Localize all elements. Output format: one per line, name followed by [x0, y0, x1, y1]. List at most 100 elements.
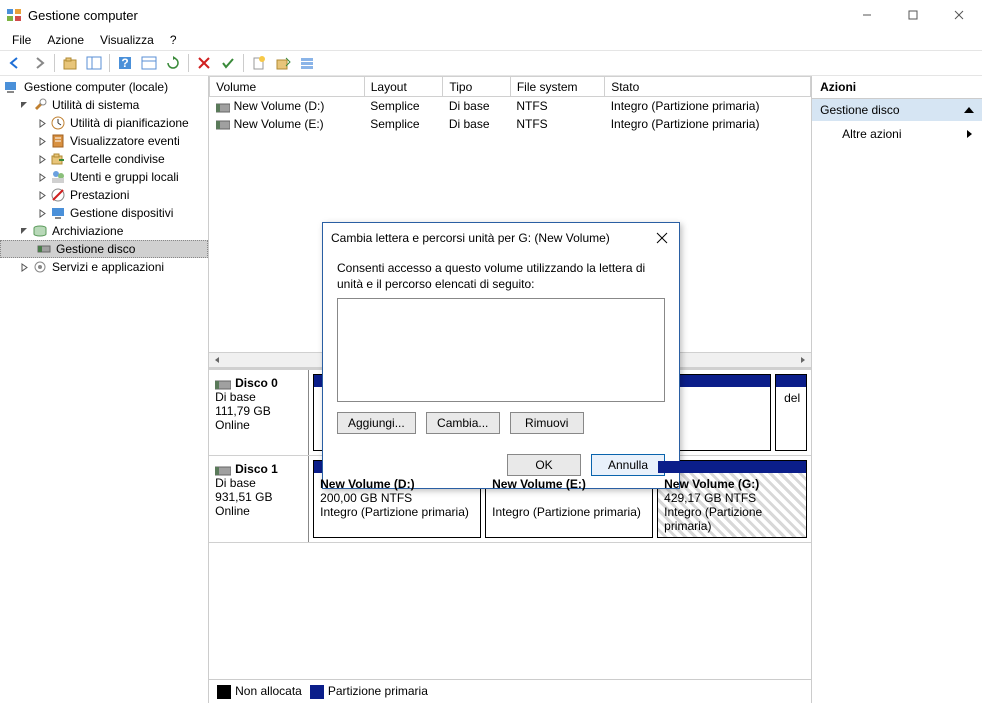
- list-view-button[interactable]: [296, 52, 318, 74]
- refresh-button[interactable]: [162, 52, 184, 74]
- tree-item[interactable]: Visualizzatore eventi: [0, 132, 208, 150]
- forward-button[interactable]: [28, 52, 50, 74]
- expand-icon[interactable]: [36, 117, 48, 129]
- export-button[interactable]: [272, 52, 294, 74]
- tree-label: Servizi e applicazioni: [52, 260, 164, 274]
- tree-disk-mgmt[interactable]: Gestione disco: [0, 240, 208, 258]
- tree-label: Gestione dispositivi: [70, 206, 173, 220]
- tree-label: Archiviazione: [52, 224, 123, 238]
- expand-icon[interactable]: [36, 189, 48, 201]
- column-header[interactable]: Volume: [210, 77, 365, 97]
- column-header[interactable]: Stato: [605, 77, 811, 97]
- partition[interactable]: New Volume (G:)429,17 GB NTFSIntegro (Pa…: [657, 460, 807, 538]
- tree-storage[interactable]: Archiviazione: [0, 222, 208, 240]
- menu-action[interactable]: Azione: [39, 31, 92, 49]
- up-button[interactable]: [59, 52, 81, 74]
- volume-icon: [216, 119, 230, 129]
- disk-header[interactable]: Disco 0Di base111,79 GBOnline: [209, 370, 309, 455]
- tree-label: Utenti e gruppi locali: [70, 170, 179, 184]
- expand-icon[interactable]: [36, 153, 48, 165]
- actions-more[interactable]: Altre azioni: [812, 121, 982, 147]
- svg-text:?: ?: [121, 56, 128, 70]
- tree-services[interactable]: Servizi e applicazioni: [0, 258, 208, 276]
- tree-panel: Gestione computer (locale) Utilità di si…: [0, 76, 209, 703]
- scroll-right-icon[interactable]: [795, 353, 811, 367]
- actions-group-disk[interactable]: Gestione disco: [812, 99, 982, 121]
- volume-table: VolumeLayoutTipoFile systemStato New Vol…: [209, 76, 811, 133]
- dialog-message: Consenti accesso a questo volume utilizz…: [337, 261, 665, 292]
- tree-label: Prestazioni: [70, 188, 129, 202]
- expand-icon[interactable]: [18, 261, 30, 273]
- volume-icon: [216, 102, 230, 112]
- legend: Non allocata Partizione primaria: [209, 679, 811, 703]
- partition-partial[interactable]: del: [775, 374, 807, 451]
- minimize-button[interactable]: [844, 0, 890, 30]
- maximize-button[interactable]: [890, 0, 936, 30]
- menu-bar: File Azione Visualizza ?: [0, 30, 982, 50]
- add-button[interactable]: Aggiungi...: [337, 412, 416, 434]
- column-header[interactable]: Tipo: [443, 77, 510, 97]
- change-button[interactable]: Cambia...: [426, 412, 500, 434]
- new-button[interactable]: [248, 52, 270, 74]
- expand-icon[interactable]: [36, 135, 48, 147]
- tree-sys-tools[interactable]: Utilità di sistema: [0, 96, 208, 114]
- expand-icon[interactable]: [36, 207, 48, 219]
- expand-icon[interactable]: [36, 171, 48, 183]
- close-button[interactable]: [936, 0, 982, 30]
- actions-header: Azioni: [812, 76, 982, 99]
- tree-label: Gestione computer (locale): [24, 80, 168, 94]
- tree-item[interactable]: Prestazioni: [0, 186, 208, 204]
- tree-item-icon: [50, 115, 66, 131]
- title-bar: Gestione computer: [0, 0, 982, 30]
- disk-icon: [215, 465, 231, 475]
- tree-root[interactable]: Gestione computer (locale): [0, 78, 208, 96]
- actions-item-label: Altre azioni: [842, 127, 901, 141]
- collapse-icon[interactable]: [18, 225, 30, 237]
- change-drive-letter-dialog: Cambia lettera e percorsi unità per G: (…: [322, 222, 680, 489]
- disk-icon: [215, 379, 231, 389]
- toolbar: ?: [0, 50, 982, 76]
- collapse-icon: [964, 107, 974, 113]
- collapse-icon[interactable]: [18, 99, 30, 111]
- help-button[interactable]: ?: [114, 52, 136, 74]
- tree-item[interactable]: Utenti e gruppi locali: [0, 168, 208, 186]
- tools-icon: [32, 97, 48, 113]
- window-title: Gestione computer: [28, 8, 844, 23]
- tree-item-icon: [50, 133, 66, 149]
- tree-item-icon: [50, 169, 66, 185]
- tree-label: Gestione disco: [56, 242, 135, 256]
- table-row[interactable]: New Volume (D:)SempliceDi baseNTFSIntegr…: [210, 97, 811, 115]
- dialog-title: Cambia lettera e percorsi unità per G: (…: [331, 231, 610, 245]
- drive-letter-listbox[interactable]: [337, 298, 665, 402]
- menu-view[interactable]: Visualizza: [92, 31, 162, 49]
- properties-button[interactable]: [138, 52, 160, 74]
- show-hide-tree-button[interactable]: [83, 52, 105, 74]
- legend-swatch-unallocated: [217, 685, 231, 699]
- remove-button[interactable]: Rimuovi: [510, 412, 584, 434]
- tree-item[interactable]: Cartelle condivise: [0, 150, 208, 168]
- tree-label: Utilità di sistema: [52, 98, 139, 112]
- menu-file[interactable]: File: [4, 31, 39, 49]
- storage-icon: [32, 223, 48, 239]
- disk-mgmt-icon: [36, 241, 52, 257]
- app-icon: [6, 7, 22, 23]
- services-icon: [32, 259, 48, 275]
- disk-header[interactable]: Disco 1Di base931,51 GBOnline: [209, 456, 309, 542]
- back-button[interactable]: [4, 52, 26, 74]
- column-header[interactable]: Layout: [364, 77, 443, 97]
- column-header[interactable]: File system: [510, 77, 604, 97]
- check-button[interactable]: [217, 52, 239, 74]
- table-row[interactable]: New Volume (E:)SempliceDi baseNTFSIntegr…: [210, 115, 811, 133]
- menu-help[interactable]: ?: [162, 31, 185, 49]
- tree-item[interactable]: Gestione dispositivi: [0, 204, 208, 222]
- actions-panel: Azioni Gestione disco Altre azioni: [812, 76, 982, 703]
- tree-item-icon: [50, 205, 66, 221]
- dialog-close-button[interactable]: [653, 229, 671, 247]
- ok-button[interactable]: OK: [507, 454, 581, 476]
- tree-item[interactable]: Utilità di pianificazione: [0, 114, 208, 132]
- tree-item-icon: [50, 187, 66, 203]
- delete-button[interactable]: [193, 52, 215, 74]
- scroll-left-icon[interactable]: [209, 353, 225, 367]
- tree-label: Utilità di pianificazione: [70, 116, 189, 130]
- cancel-button[interactable]: Annulla: [591, 454, 665, 476]
